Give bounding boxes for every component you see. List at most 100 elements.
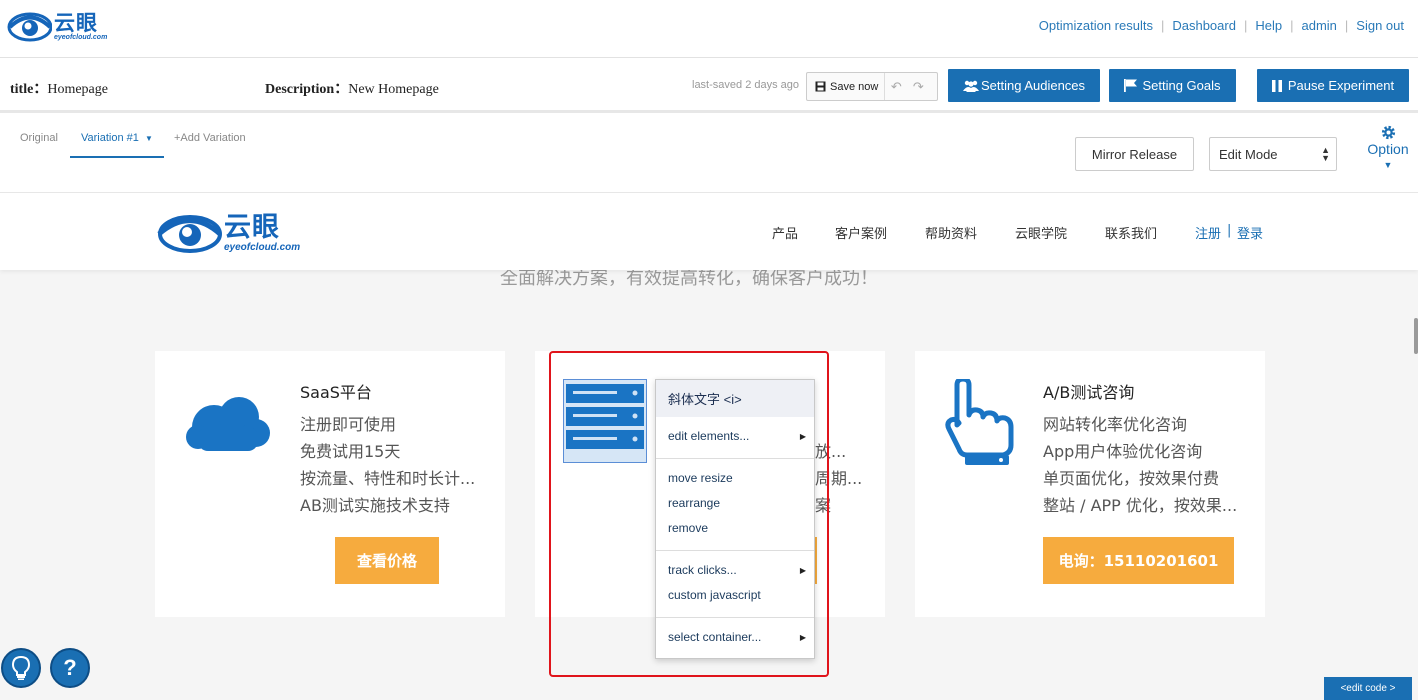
setting-goals-button[interactable]: Setting Goals (1109, 69, 1236, 102)
menu-item-track-clicks[interactable]: track clicks... (668, 563, 808, 577)
mode-select[interactable]: Edit Mode ▲ ▼ (1209, 137, 1337, 171)
flag-icon (1124, 79, 1138, 92)
pointing-hand-icon (945, 379, 1014, 465)
setting-audiences-button[interactable]: Setting Audiences (948, 69, 1100, 102)
cloud-icon (186, 397, 270, 451)
card-line: AB测试实施技术支持 (300, 496, 450, 515)
title-value: Homepage (47, 82, 108, 97)
app-logo[interactable]: 云眼 eyeofcloud.com (6, 10, 107, 44)
option-label: Option (1367, 141, 1409, 157)
link-admin[interactable]: admin (1301, 18, 1336, 33)
mirror-release-button[interactable]: Mirror Release (1075, 137, 1194, 171)
site-nav-help[interactable]: 帮助资料 (925, 223, 977, 242)
site-nav-academy[interactable]: 云眼学院 (1015, 223, 1067, 242)
last-saved-status: last-saved 2 days ago (692, 79, 800, 91)
title-label: title： (10, 82, 48, 97)
phone-inquiry-button[interactable]: 电询：15110201601 (1043, 537, 1234, 584)
experiment-description[interactable]: Description：New Homepage (265, 78, 439, 98)
link-sign-out[interactable]: Sign out (1356, 18, 1404, 33)
description-value: New Homepage (348, 82, 439, 97)
card-line: App用户体验优化咨询 (1043, 442, 1203, 461)
menu-item-label: select container... (668, 630, 762, 644)
card-line: 整站 / APP 优化，按效果... (1043, 496, 1238, 515)
card-ab-consulting: A/B测试咨询 网站转化率优化咨询 App用户体验优化咨询 单页面优化，按效果付… (915, 351, 1265, 617)
lightbulb-icon (12, 656, 30, 680)
menu-item-move-resize[interactable]: move resize (668, 471, 808, 485)
menu-item-select-container[interactable]: select container... (668, 630, 808, 644)
experiment-title-bar: title：Homepage Description：New Homepage … (0, 58, 1418, 113)
question-mark-icon: ? (63, 655, 77, 680)
pause-experiment-button[interactable]: Pause Experiment (1257, 69, 1409, 102)
active-tab-underline (70, 156, 164, 158)
context-menu-header: 斜体文字 <i> (656, 380, 814, 417)
scrollbar-thumb[interactable] (1414, 318, 1418, 354)
option-menu-button[interactable]: Option ▼ (1364, 124, 1412, 170)
card-line: 免费试用15天 (300, 442, 401, 461)
card-line: 单页面优化，按效果付费 (1043, 469, 1220, 488)
view-pricing-button[interactable]: 查看价格 (335, 537, 439, 584)
site-nav-contact[interactable]: 联系我们 (1105, 223, 1157, 242)
redo-icon[interactable]: ↷ (907, 79, 929, 95)
top-bar: 云眼 eyeofcloud.com Optimization results |… (0, 0, 1418, 58)
add-variation-link[interactable]: +Add Variation (174, 132, 246, 144)
menu-item-rearrange[interactable]: rearrange (668, 496, 808, 510)
users-icon (962, 80, 979, 92)
menu-item-label: track clicks... (668, 563, 737, 577)
site-logo[interactable]: 云眼 eyeofcloud.com (156, 211, 300, 255)
tips-button[interactable] (1, 648, 41, 688)
edit-code-button[interactable]: <edit code > (1324, 677, 1412, 700)
menu-item-remove[interactable]: remove (668, 521, 808, 535)
link-separator: | (1344, 18, 1349, 33)
link-help[interactable]: Help (1255, 18, 1282, 33)
menu-divider (656, 550, 814, 551)
card-line: 按流量、特性和时长计... (300, 469, 476, 488)
experiment-title[interactable]: title：Homepage (10, 78, 108, 98)
link-dashboard[interactable]: Dashboard (1172, 18, 1236, 33)
eye-logo-icon (7, 12, 52, 42)
site-logo-en: eyeofcloud.com (224, 241, 301, 253)
app-root: 云眼 eyeofcloud.com Optimization results |… (0, 0, 1418, 700)
site-nav-products[interactable]: 产品 (772, 223, 798, 242)
mode-select-value: Edit Mode (1219, 146, 1278, 162)
site-logo-cn: 云眼 (224, 211, 280, 243)
menu-divider (656, 458, 814, 459)
menu-item-custom-javascript[interactable]: custom javascript (668, 588, 808, 602)
caret-down-icon: ▼ (1383, 160, 1393, 170)
variation-bar: Original Variation #1 ▼ +Add Variation M… (0, 116, 1418, 193)
undo-icon[interactable]: ↶ (885, 79, 907, 95)
caret-down-icon: ▼ (144, 134, 153, 143)
submenu-arrow-icon: ▶ (799, 432, 806, 441)
help-button[interactable]: ? (50, 648, 90, 688)
tab-original[interactable]: Original (20, 132, 58, 144)
description-label: Description： (265, 82, 349, 97)
menu-item-label: edit elements... (668, 429, 750, 443)
tab-variation-1[interactable]: Variation #1 ▼ (81, 132, 153, 144)
link-optimization-results[interactable]: Optimization results (1039, 18, 1153, 33)
site-nav-cases[interactable]: 客户案例 (835, 223, 887, 242)
nav-separator: | (1227, 223, 1232, 238)
gear-icon (1381, 125, 1395, 140)
card-title: SaaS平台 (300, 383, 372, 402)
site-register-link[interactable]: 注册 (1195, 223, 1221, 242)
pause-icon (1271, 79, 1282, 92)
logo-cn: 云眼 (54, 11, 98, 35)
site-header: 云眼 eyeofcloud.com 产品 客户案例 帮助资料 云眼学院 联系我们… (0, 194, 1418, 270)
save-now-button[interactable]: Save now (807, 73, 886, 100)
menu-divider (656, 617, 814, 618)
element-context-menu: 斜体文字 <i> edit elements... ▶ move resize … (655, 379, 815, 659)
tab-variation-1-label: Variation #1 (81, 132, 139, 144)
card-line: 网站转化率优化咨询 (1043, 415, 1188, 434)
save-toolbar: Save now ↶ ↷ (806, 72, 938, 101)
eye-logo-icon (157, 215, 222, 253)
card-title: A/B测试咨询 (1043, 383, 1135, 402)
site-login-link[interactable]: 登录 (1237, 223, 1263, 242)
setting-goals-label: Setting Goals (1142, 78, 1221, 93)
save-now-label: Save now (830, 80, 879, 93)
menu-item-edit-elements[interactable]: edit elements... (668, 429, 808, 443)
select-arrows-icon: ▲ ▼ (1321, 145, 1330, 163)
link-separator: | (1160, 18, 1165, 33)
top-links: Optimization results | Dashboard | Help … (1039, 18, 1404, 33)
pause-experiment-label: Pause Experiment (1287, 78, 1395, 93)
logo-en: eyeofcloud.com (54, 34, 108, 41)
submenu-arrow-icon: ▶ (799, 633, 806, 642)
